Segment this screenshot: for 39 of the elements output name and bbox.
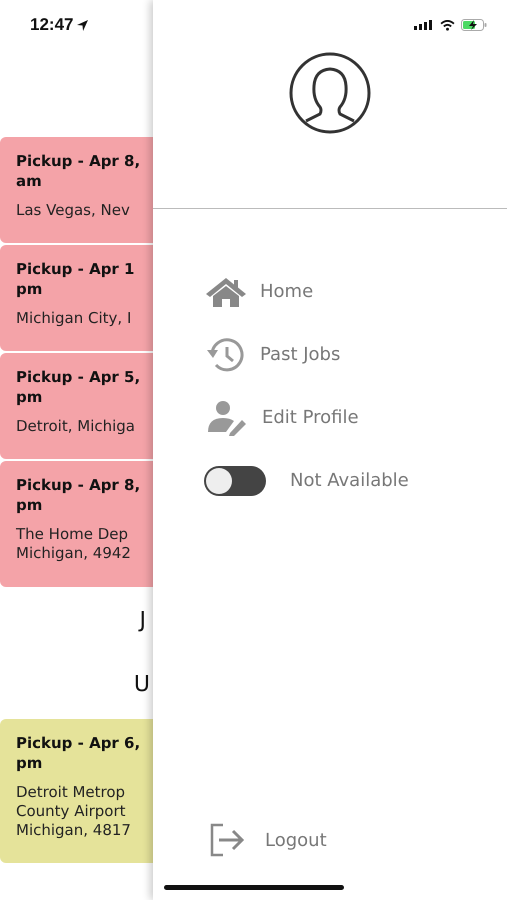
job-card[interactable]: Pickup - Apr 8, pm The Home Dep Michigan, 4942: [0, 461, 153, 587]
job-title: am: [16, 171, 43, 191]
job-title: pm: [16, 495, 44, 515]
job-address: Michigan City, I: [16, 309, 132, 328]
job-address: Michigan, 4817: [16, 821, 132, 840]
status-time: 12:47: [30, 15, 74, 35]
job-title: Pickup - Apr 8,: [16, 475, 142, 495]
location-arrow-icon: [77, 20, 88, 30]
logout-button[interactable]: Logout: [265, 830, 327, 850]
job-card[interactable]: Pickup - Apr 6, pm Detroit Metrop County Airport Michigan, 4817: [0, 719, 153, 863]
job-title: Pickup - Apr 1: [16, 259, 136, 279]
job-card[interactable]: Pickup - Apr 1 pm Michigan City, I: [0, 245, 153, 351]
job-title: Pickup - Apr 5,: [16, 367, 142, 387]
menu-item[interactable]: Edit Profile: [262, 407, 359, 428]
job-address: Las Vegas, Nev: [16, 201, 131, 220]
job-card[interactable]: Pickup - Apr 8, am Las Vegas, Nev: [0, 137, 153, 243]
home-icon: [204, 276, 248, 308]
job-title: pm: [16, 753, 44, 773]
signal-icon: [414, 20, 434, 30]
section-heading: J: [140, 609, 146, 633]
menu-item[interactable]: Home: [260, 281, 314, 302]
job-card[interactable]: Pickup - Apr 5, pm Detroit, Michiga: [0, 353, 153, 459]
menu-item[interactable]: Past Jobs: [260, 344, 340, 365]
job-address: The Home Dep: [16, 525, 130, 544]
battery-icon: [461, 19, 487, 31]
availability-toggle[interactable]: [204, 466, 266, 496]
job-title: Pickup - Apr 6,: [16, 733, 142, 753]
section-heading: U: [134, 673, 150, 697]
avatar-icon: [289, 52, 371, 134]
availability-label: Not Available: [290, 470, 409, 491]
job-address: County Airport: [16, 802, 127, 821]
job-address: Detroit, Michiga: [16, 417, 136, 436]
job-title: pm: [16, 387, 44, 407]
job-address: Michigan, 4942: [16, 544, 132, 563]
logout-icon: [209, 823, 247, 857]
wifi-icon: [440, 20, 455, 30]
job-title: Pickup - Apr 8,: [16, 151, 142, 171]
job-address: Detroit Metrop: [16, 783, 126, 802]
job-title: pm: [16, 279, 44, 299]
